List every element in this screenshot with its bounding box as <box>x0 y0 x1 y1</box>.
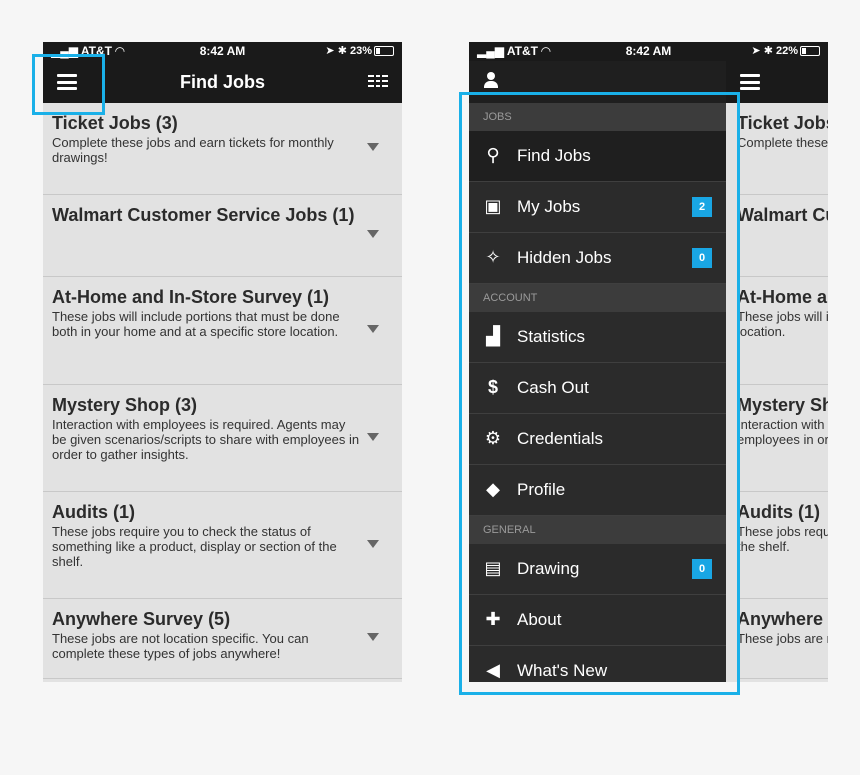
job-category-row[interactable]: Anywhere Survey (5) These jobs are not lo… <box>43 599 402 679</box>
hamburger-highlight <box>32 54 105 115</box>
expand-caret-icon[interactable] <box>367 432 379 441</box>
expand-caret-icon[interactable] <box>367 539 379 548</box>
nav-bar-peek <box>726 61 828 103</box>
job-category-row[interactable]: Mystery Shop (3) Interaction with employe… <box>43 385 402 492</box>
job-category-description: These jobs will include portions that mu… <box>52 309 340 339</box>
job-category-description: These jobs are not location specific. Yo… <box>52 631 309 661</box>
expand-caret-icon[interactable] <box>367 230 379 238</box>
job-category-row[interactable]: Walmart Cu (1) <box>737 195 828 277</box>
job-category-title: Ticket Jobs (3) <box>52 113 178 133</box>
expand-caret-icon[interactable] <box>367 633 379 641</box>
job-category-description: Interaction with may be given sc employe… <box>737 417 828 447</box>
job-category-title: Audits (1) <box>52 502 135 522</box>
job-category-description: Complete these monthly drawin <box>737 135 828 150</box>
user-icon[interactable] <box>484 72 498 88</box>
job-category-list: Ticket Jobs (3) Complete these jobs and e… <box>43 103 402 679</box>
battery-status: ➤ ✱ 22% <box>751 44 820 57</box>
job-category-row[interactable]: Ticket Jobs Complete these monthly drawin <box>737 103 828 195</box>
job-category-title: Audits (1) <box>737 502 820 522</box>
job-category-description: These jobs requ something like a the she… <box>737 524 828 554</box>
expand-caret-icon[interactable] <box>367 325 379 333</box>
status-bar: ▂▄▆ AT&T ◠ 8:42 AM ➤ ✱ 22% <box>469 42 828 61</box>
job-category-row[interactable]: Anywhere S These jobs are n complete thes… <box>737 599 828 679</box>
job-category-row[interactable]: At-Home aThese jobs will i done both in … <box>737 277 828 385</box>
job-category-title: Mystery Sh <box>737 395 828 415</box>
job-category-row[interactable]: Audits (1) These jobs require you to chec… <box>43 492 402 599</box>
job-category-title: Ticket Jobs <box>737 113 828 133</box>
job-category-row[interactable]: Walmart Customer Service Jobs (1) <box>43 195 402 277</box>
job-category-description: Complete these jobs and earn tickets for… <box>52 135 334 165</box>
find-jobs-screen: ▂▄▆ AT&T ◠ 8:42 AM ➤ ✱ 23% Find Jobs Tic… <box>43 42 402 682</box>
filter-icon[interactable] <box>368 75 388 89</box>
job-category-title: At-Home a <box>737 287 828 307</box>
drawer-highlight <box>459 92 740 695</box>
hamburger-menu-icon[interactable] <box>740 74 760 90</box>
job-category-row[interactable]: Mystery ShInteraction with may be given … <box>737 385 828 492</box>
job-category-title: At-Home and In-Store Survey (1) <box>52 287 330 307</box>
job-category-description: These jobs are n complete these <box>737 631 828 646</box>
job-category-title: Anywhere Survey (5) <box>52 609 231 629</box>
job-category-title: Walmart Cu (1) <box>737 205 828 225</box>
job-category-description: These jobs will i done both in yo locati… <box>737 309 828 339</box>
job-category-title: Anywhere S <box>737 609 828 629</box>
job-category-list-peek: Ticket Jobs Complete these monthly drawin… <box>737 103 828 679</box>
job-category-title: Mystery Shop (3) <box>52 395 198 415</box>
expand-caret-icon[interactable] <box>367 143 379 151</box>
battery-status: ➤ ✱ 23% <box>325 44 394 57</box>
job-category-row[interactable]: At-Home and In-Store Survey (1) These job… <box>43 277 402 385</box>
job-category-description: Interaction with employees is required. … <box>52 417 360 462</box>
job-category-description: These jobs require you to check the stat… <box>52 524 337 569</box>
job-category-title: Walmart Customer Service Jobs (1) <box>52 205 355 225</box>
job-category-row[interactable]: Audits (1)These jobs requ something like… <box>737 492 828 599</box>
job-category-row[interactable]: Ticket Jobs (3) Complete these jobs and e… <box>43 103 402 195</box>
